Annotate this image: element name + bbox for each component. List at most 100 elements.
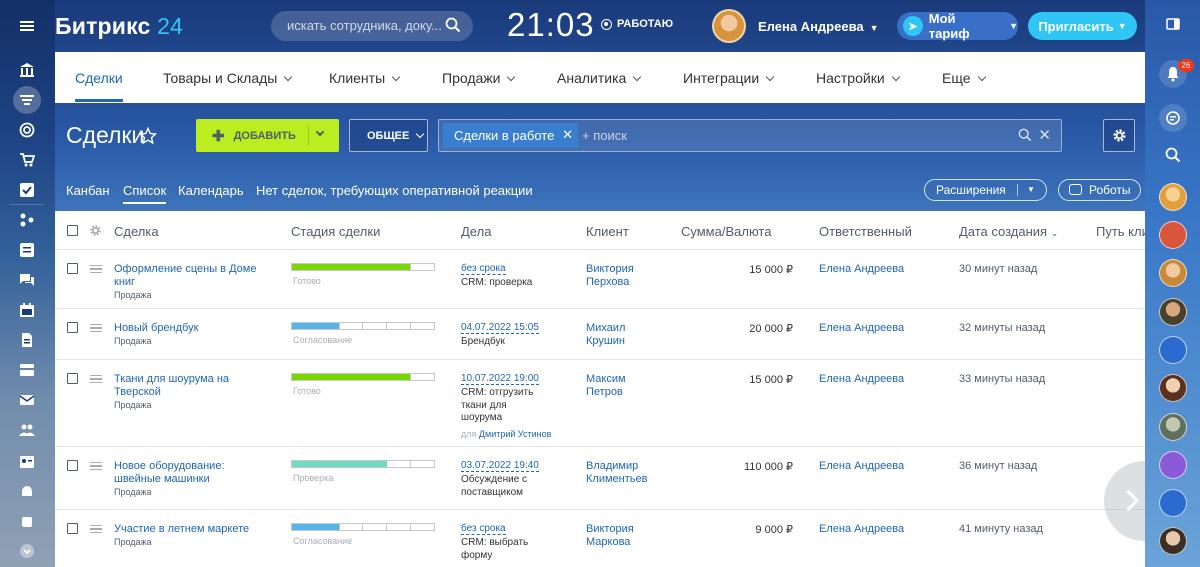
column-activities[interactable]: Дела [461, 224, 491, 239]
row-checkbox[interactable] [67, 263, 78, 274]
table-row[interactable]: Участие в летнем маркете Продажа Согласова… [55, 510, 1145, 567]
activity-deadline-link[interactable]: 10.07.2022 19:00 [461, 373, 539, 385]
activity-deadline-link[interactable]: без срока [461, 263, 506, 275]
stage-progress-bar[interactable] [291, 373, 435, 381]
row-checkbox[interactable] [67, 322, 78, 333]
tasks-icon[interactable] [18, 181, 36, 199]
row-actions-menu-icon[interactable] [90, 375, 102, 383]
invite-button[interactable]: Пригласить ▼ [1028, 12, 1137, 40]
group-chat-avatar[interactable] [1159, 221, 1187, 249]
drive-icon[interactable] [18, 361, 36, 379]
row-checkbox[interactable] [67, 460, 78, 471]
row-actions-menu-icon[interactable] [90, 462, 102, 470]
filter-tag[interactable]: Сделки в работе ✕ [443, 123, 578, 148]
add-deal-button[interactable]: ✚ ДОБАВИТЬ [196, 119, 339, 152]
clock[interactable]: 21:03 [507, 6, 595, 44]
category-select-button[interactable]: ОБЩЕЕ [349, 119, 428, 152]
expand-more-icon[interactable] [18, 542, 36, 560]
crm-funnel-icon[interactable] [13, 86, 41, 114]
stage-progress-bar[interactable] [291, 460, 435, 468]
lock-chat-icon[interactable] [1159, 489, 1187, 517]
chevron-down-icon[interactable] [315, 127, 325, 137]
avatar[interactable] [1159, 413, 1187, 441]
extensions-button[interactable]: Расширения ▼ [924, 179, 1047, 201]
activity-text[interactable]: CRM: выбрать форму [461, 537, 541, 562]
activity-text[interactable]: Обсуждение с поставщиком [461, 474, 541, 499]
column-created[interactable]: Дата создания ⌄ [959, 224, 1058, 239]
deal-title-link[interactable]: Новый брендбук [114, 322, 264, 335]
client-link[interactable]: Виктория Перхова [586, 263, 656, 289]
search-icon[interactable] [1018, 128, 1032, 142]
avatar[interactable] [1159, 298, 1187, 326]
client-link[interactable]: Максим Петров [586, 373, 656, 399]
activity-text[interactable]: CRM: проверка [461, 277, 541, 290]
tariff-button[interactable]: ➤ Мой тариф ▼ [897, 11, 1018, 41]
stage-progress-bar[interactable] [291, 263, 435, 271]
clear-filter-icon[interactable]: ✕ [1038, 126, 1051, 144]
responsible-link[interactable]: Елена Андреева [819, 322, 904, 334]
row-checkbox[interactable] [67, 373, 78, 384]
view-calendar[interactable]: Календарь [178, 183, 244, 198]
documents-icon[interactable] [18, 331, 36, 349]
table-row[interactable]: Оформление сцены в Доме книг Продажа Готов… [55, 250, 1145, 309]
no-reaction-filter[interactable]: Нет сделок, требующих оперативной реакци… [256, 183, 533, 198]
close-panel-icon[interactable] [1159, 10, 1187, 38]
tab-products[interactable]: Товары и Склады [163, 70, 293, 86]
settings-button[interactable] [1103, 119, 1135, 152]
calendar-icon[interactable] [18, 301, 36, 319]
avatar[interactable] [1159, 259, 1187, 287]
table-row[interactable]: Новое оборудование: швейные машинки Прода… [55, 447, 1145, 510]
tab-analytics[interactable]: Аналитика [557, 70, 642, 86]
responsible-link[interactable]: Елена Андреева [819, 373, 904, 385]
chevron-down-icon[interactable]: ▼ [1027, 185, 1035, 194]
column-deal[interactable]: Сделка [114, 224, 159, 239]
deal-title-link[interactable]: Участие в летнем маркете [114, 523, 264, 536]
client-link[interactable]: Михаил Крушин [586, 322, 656, 348]
tab-clients[interactable]: Клиенты [329, 70, 401, 86]
table-row[interactable]: Новый брендбук Продажа Согласование 04.07.2… [55, 309, 1145, 360]
menu-icon[interactable] [18, 17, 36, 35]
column-route[interactable]: Путь кли [1096, 224, 1145, 239]
group-chat-avatar[interactable] [1159, 336, 1187, 364]
company-icon[interactable] [18, 61, 36, 79]
contact-card-icon[interactable] [18, 453, 36, 471]
row-actions-menu-icon[interactable] [90, 265, 102, 273]
user-avatar[interactable] [712, 9, 746, 43]
search-icon[interactable] [1159, 141, 1187, 169]
view-list[interactable]: Список [123, 183, 167, 204]
avatar[interactable] [1159, 374, 1187, 402]
robots-button[interactable]: Роботы [1058, 179, 1141, 201]
sites-icon[interactable] [18, 211, 36, 229]
responsible-link[interactable]: Елена Андреева [819, 263, 904, 275]
cart-icon[interactable] [18, 151, 36, 169]
column-client[interactable]: Клиент [586, 224, 629, 239]
activity-deadline-link[interactable]: 04.07.2022 15:05 [461, 322, 539, 334]
employees-icon[interactable] [18, 421, 36, 439]
deal-title-link[interactable]: Оформление сцены в Доме книг [114, 263, 264, 289]
column-stage[interactable]: Стадия сделки [291, 224, 380, 239]
assignee-link[interactable]: Дмитрий Устинов [479, 429, 552, 439]
activity-deadline-link[interactable]: 03.07.2022 19:40 [461, 460, 539, 472]
activity-deadline-link[interactable]: без срока [461, 523, 506, 535]
tab-more[interactable]: Еще [942, 70, 986, 86]
store-icon[interactable] [18, 512, 36, 530]
work-status[interactable]: РАБОТАЮ [601, 18, 673, 30]
activity-text[interactable]: CRM: отгрузить ткани для шоурума [461, 387, 541, 425]
gear-icon[interactable] [89, 224, 102, 237]
logo[interactable]: Битрикс 24 [55, 13, 183, 40]
remove-filter-icon[interactable]: ✕ [562, 127, 573, 143]
global-search-input[interactable]: искать сотрудника, доку... [271, 11, 473, 41]
avatar[interactable] [1159, 183, 1187, 211]
mail-icon[interactable] [18, 391, 36, 409]
filter-search-input[interactable]: Сделки в работе ✕ + поиск ✕ [438, 119, 1062, 152]
avatar[interactable] [1159, 527, 1187, 555]
responsible-link[interactable]: Елена Андреева [819, 460, 904, 472]
deal-title-link[interactable]: Новое оборудование: швейные машинки [114, 460, 264, 486]
responsible-link[interactable]: Елена Андреева [819, 523, 904, 535]
tab-settings[interactable]: Настройки [816, 70, 900, 86]
row-checkbox[interactable] [67, 523, 78, 534]
tab-integrations[interactable]: Интеграции [683, 70, 775, 86]
row-actions-menu-icon[interactable] [90, 525, 102, 533]
user-menu[interactable]: Елена Андреева ▼ [758, 19, 879, 34]
client-link[interactable]: Владимир Климентьев [586, 460, 656, 486]
